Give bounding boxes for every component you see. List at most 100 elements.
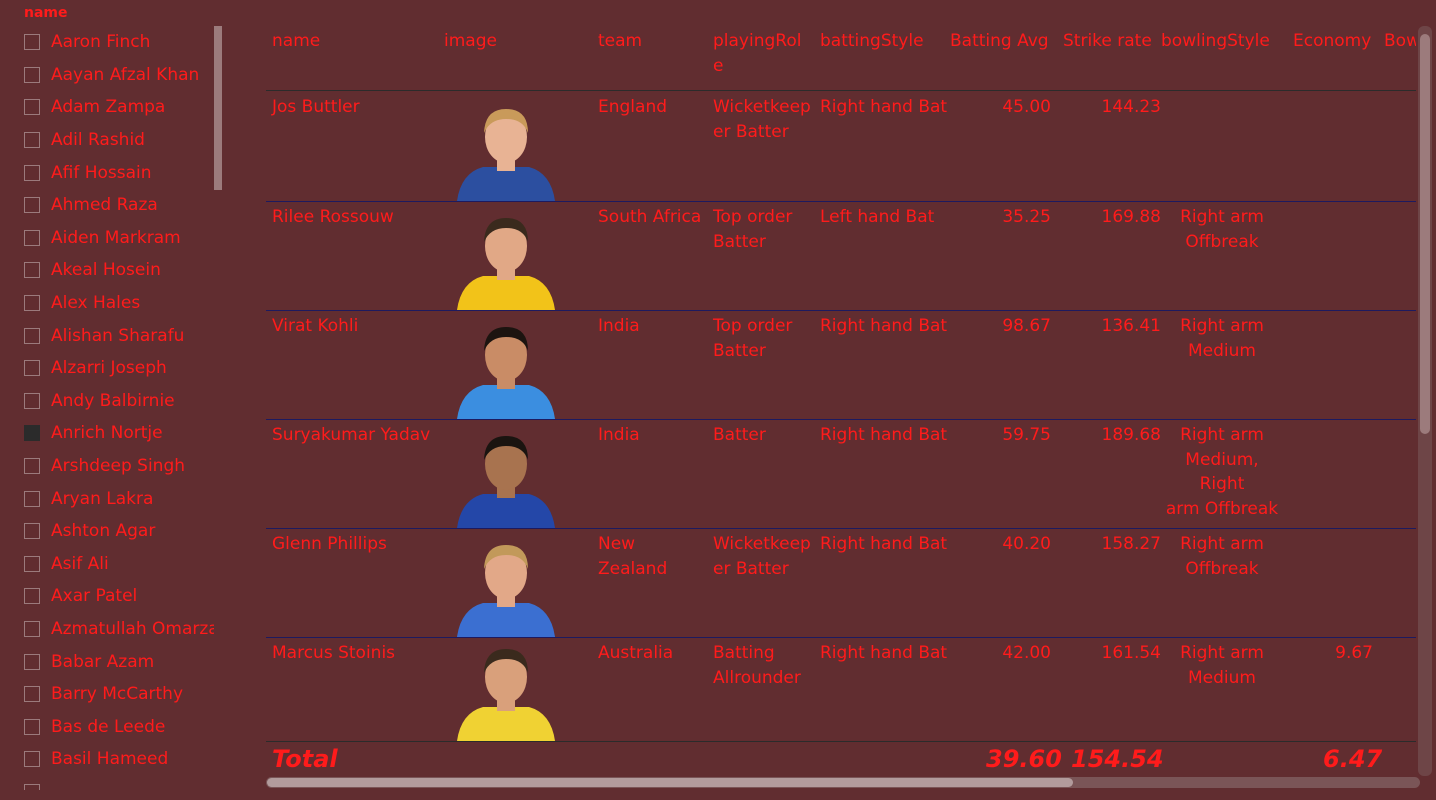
header-name[interactable]: name [272, 29, 320, 54]
slicer-item[interactable]: Aayan Afzal Khan [24, 59, 214, 92]
slicer-item[interactable]: Basil Hameed [24, 743, 214, 776]
header-playing-role[interactable]: playingRol e [713, 29, 801, 79]
slicer-item-label: Anrich Nortje [51, 423, 163, 444]
slicer-item-label: Axar Patel [51, 586, 138, 607]
cell-batting-style: Right hand Bat [820, 425, 948, 445]
player-photo [457, 545, 555, 637]
slicer-item[interactable]: Alzarri Joseph [24, 352, 214, 385]
slicer-item[interactable]: Ashton Agar [24, 515, 214, 548]
header-batting-style[interactable]: battingStyle [820, 29, 924, 54]
slicer-checkbox[interactable] [24, 164, 40, 181]
slicer-item-label: Basil Hameed [51, 749, 169, 770]
slicer-item[interactable]: Azmatullah Omarzai [24, 613, 214, 646]
slicer-checkbox[interactable] [24, 327, 40, 344]
player-photo [457, 327, 555, 419]
slicer-item-label: Azmatullah Omarzai [51, 618, 214, 639]
cell-playing-role-line: Allrounder [713, 667, 801, 688]
cell-batting-style: Right hand Bat [820, 643, 948, 663]
slicer-checkbox[interactable] [24, 588, 40, 605]
slicer-item[interactable]: Afif Hossain [24, 156, 214, 189]
cell-team: South Africa [598, 207, 702, 227]
cell-strike-rate: 169.88 [1101, 207, 1161, 227]
cell-name: Jos Buttler [272, 97, 360, 117]
cell-name: Virat Kohli [272, 316, 359, 336]
header-economy[interactable]: Economy [1293, 29, 1371, 54]
table-vertical-scroll-thumb[interactable] [1420, 34, 1430, 434]
slicer-checkbox[interactable] [24, 555, 40, 572]
slicer-item[interactable]: Adam Zampa [24, 91, 214, 124]
slicer-item[interactable] [24, 776, 214, 790]
cell-name: Marcus Stoinis [272, 643, 396, 663]
slicer-scrollbar[interactable] [214, 26, 222, 190]
slicer-checkbox[interactable] [24, 295, 40, 312]
slicer-item-label: Andy Balbirnie [51, 390, 175, 411]
header-image[interactable]: image [444, 29, 497, 54]
cell-bowling-style: Right arm Offbreak [1161, 205, 1283, 254]
slicer-checkbox[interactable] [24, 718, 40, 735]
table-row[interactable]: Glenn Phillips New Zealand Wicketkeep er Ba… [266, 528, 1416, 637]
slicer-checkbox[interactable] [24, 360, 40, 377]
slicer-checkbox[interactable] [24, 751, 40, 768]
table-row[interactable]: Marcus Stoinis Australia Batting Allrounder… [266, 637, 1416, 741]
cell-playing-role-line: Wicketkeep [713, 97, 811, 117]
slicer-item[interactable]: Bas de Leede [24, 710, 214, 743]
table-row[interactable]: Rilee Rossouw South Africa Top order Batter… [266, 201, 1416, 310]
slicer-item[interactable]: Andy Balbirnie [24, 385, 214, 418]
cell-team: England [598, 97, 668, 117]
header-team[interactable]: team [598, 29, 642, 54]
slicer-item[interactable]: Anrich Nortje [24, 417, 214, 450]
slicer-checkbox[interactable] [24, 197, 40, 214]
slicer-checkbox[interactable] [24, 523, 40, 540]
cell-playing-role-line: Batter [713, 231, 766, 252]
cell-strike-rate: 144.23 [1101, 97, 1161, 117]
slicer-checkbox[interactable] [24, 262, 40, 279]
row-divider [266, 201, 1416, 202]
cell-bowling-style-line: Right arm [1180, 316, 1264, 336]
slicer-item[interactable]: Axar Patel [24, 580, 214, 613]
slicer-title: name [24, 5, 68, 21]
slicer-item[interactable]: Akeal Hosein [24, 254, 214, 287]
header-strike-rate[interactable]: Strike rate [1063, 29, 1152, 54]
slicer-checkbox[interactable] [24, 653, 40, 670]
slicer-checkbox[interactable] [24, 783, 40, 790]
slicer-item[interactable]: Ahmed Raza [24, 189, 214, 222]
slicer-checkbox[interactable] [24, 490, 40, 507]
slicer-item[interactable]: Asif Ali [24, 548, 214, 581]
cell-strike-rate: 189.68 [1101, 425, 1161, 445]
slicer-item[interactable]: Alishan Sharafu [24, 319, 214, 352]
slicer-item[interactable]: Alex Hales [24, 287, 214, 320]
slicer-checkbox[interactable] [24, 458, 40, 475]
cell-playing-role-line: Batter [713, 340, 766, 361]
slicer-checkbox[interactable] [24, 425, 40, 442]
slicer-item[interactable]: Babar Azam [24, 645, 214, 678]
slicer-checkbox[interactable] [24, 132, 40, 149]
slicer-item[interactable]: Aaron Finch [24, 26, 214, 59]
header-bowling-style[interactable]: bowlingStyle [1161, 29, 1270, 54]
table-horizontal-scroll-thumb[interactable] [267, 778, 1073, 787]
table-row[interactable]: Jos Buttler England Wicketkeep er Batter Rig… [266, 91, 1416, 201]
slicer-item-label: Asif Ali [51, 553, 109, 574]
cell-playing-role: Top order Batter [713, 314, 813, 363]
slicer-checkbox[interactable] [24, 686, 40, 703]
slicer-checkbox[interactable] [24, 66, 40, 83]
slicer-item[interactable]: Adil Rashid [24, 124, 214, 157]
slicer-checkbox[interactable] [24, 99, 40, 116]
slicer-item[interactable]: Aryan Lakra [24, 482, 214, 515]
header-batting-avg[interactable]: Batting Avg [950, 29, 1049, 54]
slicer-checkbox[interactable] [24, 392, 40, 409]
cell-playing-role-line: er Batter [713, 558, 789, 579]
table-row[interactable]: Suryakumar Yadav India Batter Right hand Ba… [266, 419, 1416, 528]
cell-bowling-style-line: Right arm [1180, 425, 1264, 445]
slicer-checkbox[interactable] [24, 620, 40, 637]
header-bowling-partial[interactable]: Bow [1384, 29, 1416, 54]
slicer-item[interactable]: Arshdeep Singh [24, 450, 214, 483]
slicer-item[interactable]: Barry McCarthy [24, 678, 214, 711]
table-row[interactable]: Virat Kohli India Top order Batter Right han… [266, 310, 1416, 419]
cell-batting-avg: 98.67 [1002, 316, 1051, 336]
slicer-item[interactable]: Aiden Markram [24, 222, 214, 255]
slicer-checkbox[interactable] [24, 34, 40, 51]
header-playing-role-line2: e [713, 56, 724, 76]
slicer-item-label: Babar Azam [51, 651, 155, 672]
slicer-checkbox[interactable] [24, 229, 40, 246]
row-divider [266, 419, 1416, 420]
